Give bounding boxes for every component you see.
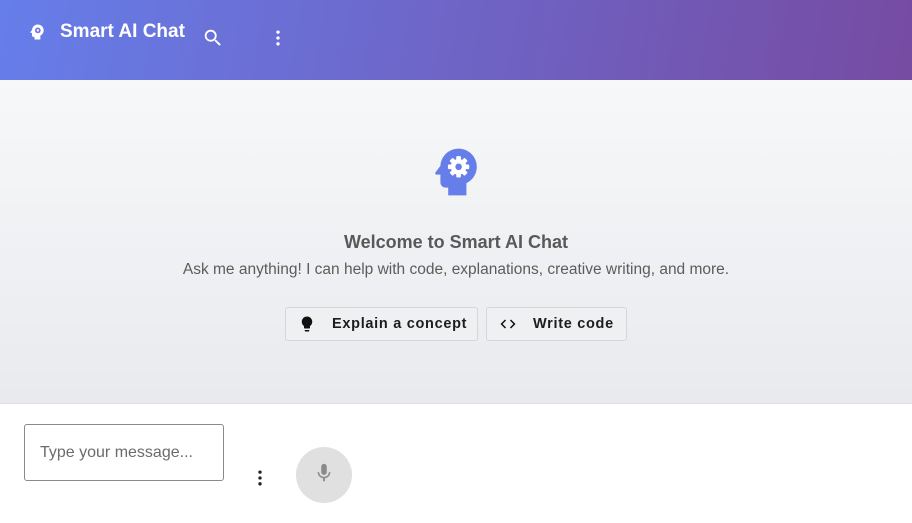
suggestion-label: Explain a concept xyxy=(332,316,468,332)
suggestion-explain-concept[interactable]: Explain a concept xyxy=(285,307,478,341)
psychology-icon xyxy=(432,146,480,198)
chat-area: Welcome to Smart AI Chat Ask me anything… xyxy=(0,80,912,404)
suggestion-write-code[interactable]: Write code xyxy=(486,307,627,341)
message-input[interactable] xyxy=(24,424,224,481)
psychology-icon xyxy=(27,22,47,42)
welcome-title: Welcome to Smart AI Chat xyxy=(343,232,569,252)
code-icon xyxy=(499,315,517,333)
more-vert-icon xyxy=(268,28,288,53)
message-composer xyxy=(0,404,912,523)
mic-icon xyxy=(313,462,335,489)
app-header: Smart AI Chat xyxy=(0,0,912,80)
chat-app: Smart AI Chat Welcome to Smart AI Chat A… xyxy=(0,0,912,523)
suggestion-label: Write code xyxy=(533,316,614,332)
welcome-subtitle: Ask me anything! I can help with code, e… xyxy=(182,261,730,278)
app-title: Smart AI Chat xyxy=(60,21,185,42)
lightbulb-icon xyxy=(298,315,316,333)
composer-more-button[interactable] xyxy=(246,466,274,494)
voice-input-button[interactable] xyxy=(296,447,352,503)
more-vert-icon xyxy=(250,468,270,493)
search-icon xyxy=(202,27,224,54)
search-button[interactable] xyxy=(197,24,229,56)
more-options-button[interactable] xyxy=(262,24,294,56)
